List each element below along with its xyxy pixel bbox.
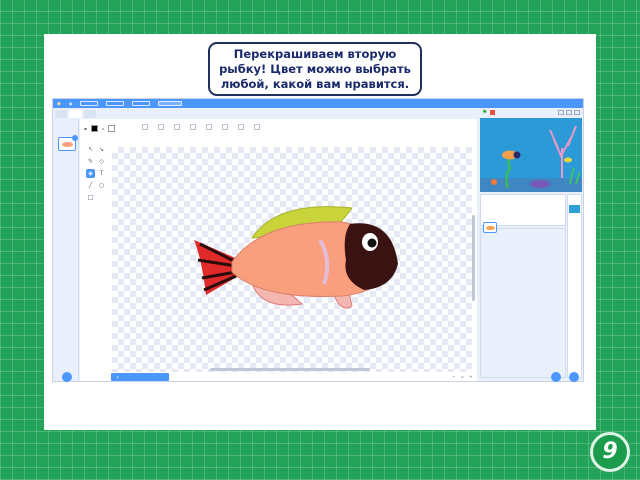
fill-tool-icon[interactable]: ◈ [86, 169, 95, 178]
convert-to-bitmap-button[interactable]: ▸ [111, 373, 169, 381]
paint-toolbar: ▪ ▫ [84, 123, 116, 133]
editor-tabs [55, 110, 96, 118]
tab-costumes[interactable] [68, 110, 82, 118]
stage-preview[interactable] [480, 118, 582, 192]
stage-header: ⚑ [480, 108, 582, 117]
add-costume-main-icon[interactable] [62, 372, 72, 382]
brush-tool-icon[interactable]: ✎ [86, 157, 95, 166]
group-icon[interactable] [142, 124, 148, 130]
slide-caption: Перекрашиваем вторую рыбку! Цвет можно в… [208, 42, 422, 96]
rectangle-tool-icon[interactable]: □ [86, 193, 95, 202]
ungroup-icon[interactable] [158, 124, 164, 130]
fill-label: ▪ [84, 125, 87, 131]
backdrop-thumbnail[interactable] [569, 205, 580, 213]
paint-tools: ↖ ↘ ✎ ◇ ◈ T ╱ ○ □ [86, 145, 108, 205]
menu-bar: ◆ ◉ [53, 99, 583, 108]
eraser-tool-icon[interactable]: ◇ [97, 157, 106, 166]
flip-horizontal-icon[interactable] [238, 124, 244, 130]
add-sprite-icon[interactable] [551, 372, 561, 382]
costume-list: + [55, 119, 79, 381]
circle-tool-icon[interactable]: ○ [97, 181, 106, 190]
page-number-badge: 9 [590, 432, 630, 472]
tab-code[interactable] [55, 110, 67, 118]
delete-costume-icon[interactable] [72, 135, 78, 141]
costume-thumbnail[interactable] [58, 135, 78, 151]
fish-costume[interactable] [192, 200, 402, 320]
sprite-thumbnail[interactable] [483, 222, 497, 233]
outline-label: ▫ [101, 125, 105, 131]
text-tool-icon[interactable]: T [97, 169, 106, 178]
select-tool-icon[interactable]: ↖ [86, 145, 95, 154]
green-flag-icon[interactable]: ⚑ [482, 109, 487, 116]
stage-yellow-fish [564, 157, 572, 163]
fish-sprite-icon [486, 226, 495, 230]
fish-pupil [367, 238, 377, 248]
stage-fish-head [513, 151, 521, 159]
line-tool-icon[interactable]: ╱ [86, 181, 95, 190]
outline-color-swatch[interactable] [108, 124, 116, 132]
tab-sounds[interactable] [83, 110, 96, 118]
globe-icon[interactable]: ◉ [69, 101, 73, 106]
flip-vertical-icon[interactable] [254, 124, 260, 130]
paint-actions [142, 124, 262, 131]
back-icon[interactable] [222, 124, 228, 130]
menu-tutorials[interactable] [132, 101, 151, 106]
canvas-horizontal-scrollbar[interactable] [210, 368, 370, 371]
project-title-field[interactable] [158, 101, 183, 106]
small-stage-icon[interactable] [558, 110, 564, 115]
sprite-list [480, 228, 566, 378]
fullscreen-icon[interactable] [574, 110, 580, 115]
stage-size-controls [558, 110, 580, 115]
reshape-tool-icon[interactable]: ↘ [97, 145, 106, 154]
front-icon[interactable] [206, 124, 212, 130]
add-backdrop-icon[interactable] [569, 372, 579, 382]
zoom-controls[interactable]: − = + [452, 374, 475, 379]
forward-icon[interactable] [174, 124, 180, 130]
fish-thumbnail-icon [62, 142, 73, 147]
fill-color-swatch[interactable] [90, 124, 98, 132]
canvas-vertical-scrollbar[interactable] [472, 215, 475, 301]
stage-shell [491, 179, 497, 185]
stage-selector-panel[interactable] [567, 194, 582, 378]
large-stage-icon[interactable] [566, 110, 572, 115]
scratch-logo-icon[interactable]: ◆ [57, 101, 61, 107]
stage-rock [530, 180, 550, 188]
menu-file[interactable] [80, 101, 99, 106]
stop-icon[interactable] [490, 110, 495, 115]
menu-edit[interactable] [106, 101, 125, 106]
backward-icon[interactable] [190, 124, 196, 130]
